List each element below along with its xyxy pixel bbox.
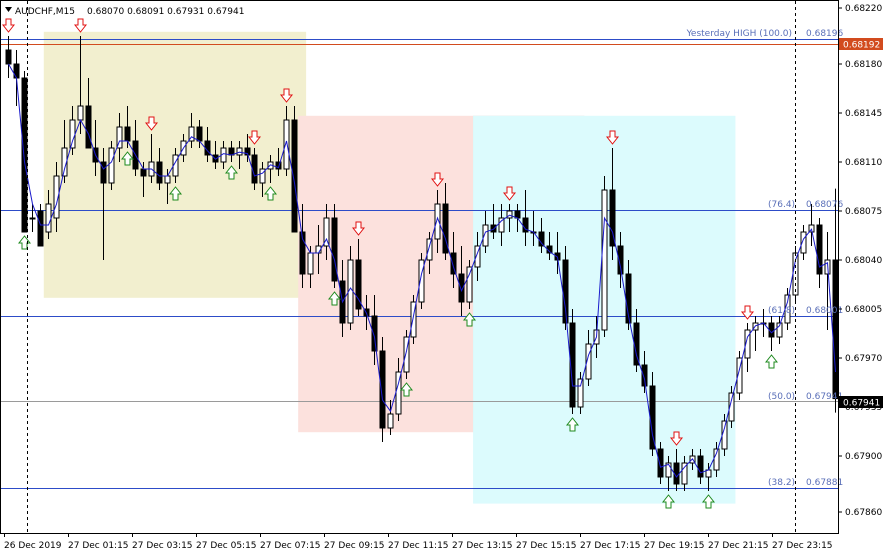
- candle-bull: [307, 252, 314, 275]
- candle-bull: [466, 266, 473, 303]
- candle-bear: [37, 210, 44, 247]
- candle-bear: [5, 49, 12, 65]
- candle-bear: [156, 161, 163, 184]
- x-tick-label: 27 Dec 21:15: [708, 541, 769, 551]
- price-axis[interactable]: 0.68220 0.68180 0.68145 0.68110 0.68075 0.680…: [838, 4, 882, 518]
- candle-bull: [29, 217, 36, 220]
- zones-layer: [43, 31, 736, 504]
- x-tick-label: 27 Dec 07:15: [260, 541, 321, 551]
- candle-bear: [832, 259, 839, 400]
- candle-bear: [85, 105, 92, 149]
- x-tick-label: 27 Dec 09:15: [324, 541, 385, 551]
- candle-bear: [140, 168, 147, 177]
- fib-76-label: (76.4): [768, 200, 795, 210]
- candle-bull: [681, 462, 688, 485]
- fib-61-label: (61.8): [768, 306, 795, 316]
- high-marker-tag-text: 0.68192: [843, 41, 880, 51]
- fib-61-value: 0.68001: [806, 306, 843, 316]
- y-tick-label: 0.68145: [845, 109, 882, 119]
- candle-bull: [283, 119, 290, 170]
- candle-bull: [601, 189, 608, 331]
- x-tick-label: 27 Dec 17:15: [580, 541, 641, 551]
- candle-bear: [21, 77, 28, 233]
- ohlc-values: 0.68070 0.68091 0.67931 0.67941: [87, 7, 244, 17]
- fib-38-label: (38.2): [768, 478, 795, 488]
- candle-bear: [633, 322, 640, 366]
- fib-76-value: 0.68076: [806, 200, 843, 210]
- fib-50-label: (50.0): [768, 392, 795, 402]
- candle-bull: [426, 238, 433, 261]
- fib-50-value: 0.67941: [806, 392, 843, 402]
- x-tick-label: 27 Dec 13:15: [452, 541, 513, 551]
- candle-bear: [196, 126, 203, 142]
- y-tick-label: 0.68220: [845, 4, 882, 14]
- time-axis[interactable]: 26 Dec 2019 27 Dec 01:15 27 Dec 03:15 27 De…: [4, 533, 833, 551]
- candle-bull: [395, 371, 402, 415]
- yesterday-high-label: Yesterday HIGH (100.0): [686, 29, 792, 39]
- y-tick-label: 0.68180: [845, 60, 882, 70]
- chart-window[interactable]: Yesterday HIGH (100.0) 0.68196 (76.4) 0.…: [0, 0, 883, 554]
- candle-bull: [45, 203, 52, 233]
- y-tick-label: 0.68110: [845, 158, 882, 168]
- x-tick-label: 26 Dec 2019: [4, 541, 62, 551]
- candle-bear: [371, 315, 378, 352]
- y-tick-label: 0.67860: [845, 508, 882, 518]
- y-tick-label: 0.67970: [845, 354, 882, 364]
- x-tick-label: 27 Dec 03:15: [132, 541, 193, 551]
- current-price-tag-text: 0.67941: [843, 399, 880, 409]
- price-chart[interactable]: Yesterday HIGH (100.0) 0.68196 (76.4) 0.…: [0, 0, 883, 554]
- candle-bear: [649, 385, 656, 450]
- candle-bull: [77, 105, 84, 121]
- arrow-down-icon: [1, 18, 16, 33]
- current-price-tag: 0.67941: [839, 396, 883, 409]
- candle-bear: [657, 448, 664, 478]
- x-tick-label: 27 Dec 01:15: [68, 541, 129, 551]
- yesterday-high-value: 0.68196: [806, 29, 843, 39]
- x-tick-label: 27 Dec 15:15: [516, 541, 577, 551]
- candle-bear: [124, 126, 131, 142]
- high-marker-tag: 0.68192: [839, 38, 883, 51]
- x-tick-label: 27 Dec 05:15: [196, 541, 257, 551]
- candle-bear: [697, 455, 704, 478]
- arrow-up-icon: [764, 354, 779, 369]
- candle-bull: [69, 119, 76, 149]
- y-tick-label: 0.67900: [845, 452, 882, 462]
- chart-header: AUDCHF,M15 0.68070 0.68091 0.67931 0.679…: [5, 7, 244, 17]
- arrow-up-icon: [17, 235, 32, 250]
- candle-bull: [164, 175, 171, 184]
- candle-bear: [641, 364, 648, 387]
- x-tick-label: 27 Dec 19:15: [644, 541, 705, 551]
- candle-bull: [236, 147, 243, 156]
- x-tick-label: 27 Dec 11:15: [388, 541, 449, 551]
- candle-bull: [387, 413, 394, 429]
- candle-bull: [577, 378, 584, 408]
- fib-38-value: 0.67881: [806, 478, 843, 488]
- symbol-title: AUDCHF,M15: [15, 7, 75, 17]
- y-tick-label: 0.68040: [845, 256, 882, 266]
- y-tick-label: 0.68075: [845, 207, 882, 217]
- x-tick-label: 27 Dec 23:15: [772, 541, 833, 551]
- arrow-down-icon: [73, 18, 88, 33]
- arrow-down-icon: [740, 305, 755, 320]
- y-tick-label: 0.68005: [845, 305, 882, 315]
- candle-bull: [108, 147, 115, 184]
- caret-down-icon: [5, 7, 12, 12]
